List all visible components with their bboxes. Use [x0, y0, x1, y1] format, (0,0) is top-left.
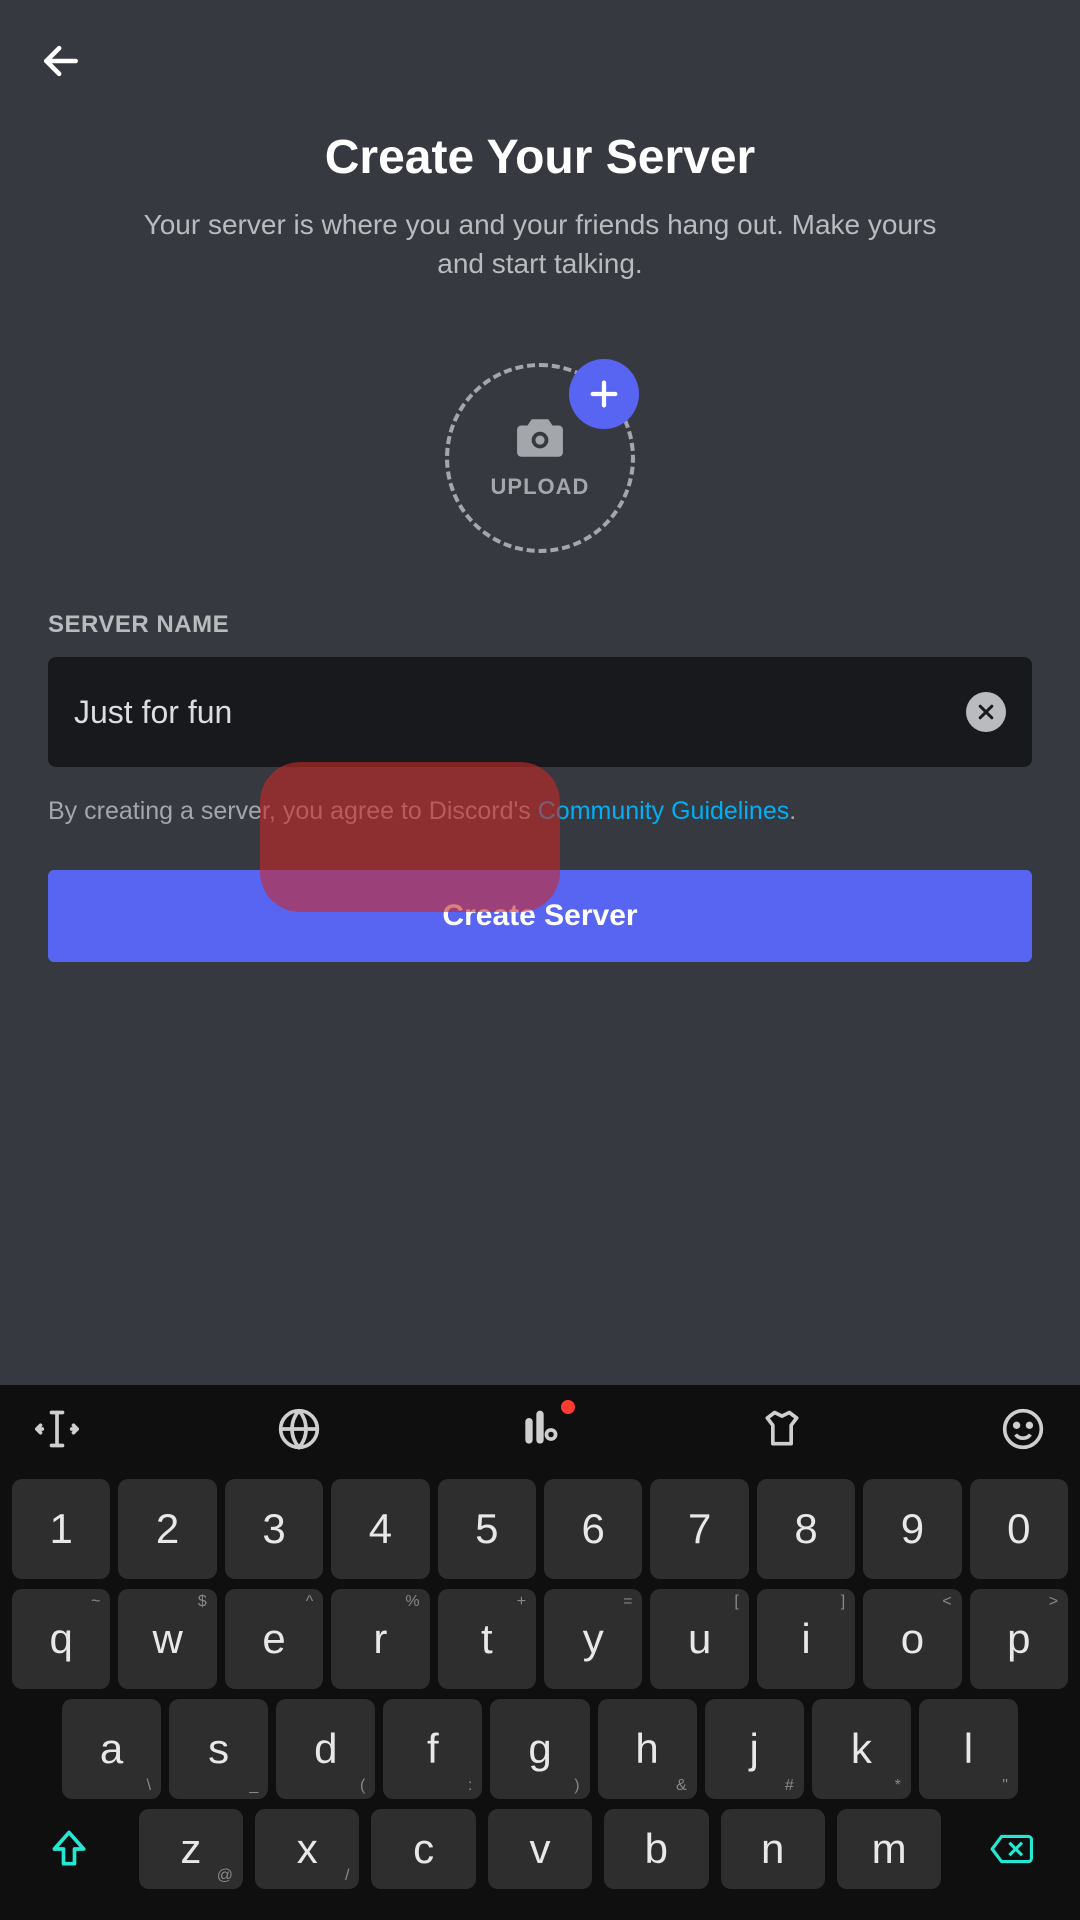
mic-tool-icon[interactable]	[515, 1404, 565, 1454]
key-q[interactable]: q~	[12, 1589, 110, 1689]
key-9[interactable]: 9	[863, 1479, 961, 1579]
server-name-input[interactable]	[74, 694, 966, 731]
back-button[interactable]	[36, 36, 86, 86]
key-2[interactable]: 2	[118, 1479, 216, 1579]
globe-icon	[277, 1407, 321, 1451]
key-8[interactable]: 8	[757, 1479, 855, 1579]
smiley-icon	[1001, 1407, 1045, 1451]
key-l[interactable]: l"	[919, 1699, 1018, 1799]
key-z[interactable]: z@	[139, 1809, 243, 1889]
on-screen-keyboard: 1234567890 q~w$e^r%t+y=u[i]o<p> a\s_d(f:…	[0, 1385, 1080, 1920]
create-server-button[interactable]: Create Server	[48, 870, 1032, 962]
close-icon	[976, 702, 996, 722]
key-u[interactable]: u[	[650, 1589, 748, 1689]
plus-icon	[587, 377, 621, 411]
upload-label: UPLOAD	[491, 474, 590, 500]
backspace-key[interactable]	[953, 1809, 1068, 1889]
camera-icon	[515, 416, 565, 460]
server-name-label: SERVER NAME	[48, 611, 229, 639]
key-e[interactable]: e^	[225, 1589, 323, 1689]
key-7[interactable]: 7	[650, 1479, 748, 1579]
key-a[interactable]: a\	[62, 1699, 161, 1799]
plus-badge	[569, 359, 639, 429]
page-subtitle: Your server is where you and your friend…	[140, 205, 940, 283]
key-1[interactable]: 1	[12, 1479, 110, 1579]
key-j[interactable]: j#	[705, 1699, 804, 1799]
key-x[interactable]: x/	[255, 1809, 359, 1889]
key-5[interactable]: 5	[438, 1479, 536, 1579]
key-m[interactable]: m	[837, 1809, 941, 1889]
page-title: Create Your Server	[325, 130, 755, 185]
key-4[interactable]: 4	[331, 1479, 429, 1579]
shift-key[interactable]	[12, 1809, 127, 1889]
key-i[interactable]: i]	[757, 1589, 855, 1689]
upload-avatar-button[interactable]: UPLOAD	[445, 363, 635, 553]
globe-tool-icon[interactable]	[274, 1404, 324, 1454]
cursor-tool-icon[interactable]	[32, 1404, 82, 1454]
key-w[interactable]: w$	[118, 1589, 216, 1689]
key-b[interactable]: b	[604, 1809, 708, 1889]
key-k[interactable]: k*	[812, 1699, 911, 1799]
shift-icon	[47, 1827, 91, 1871]
touchpal-icon	[518, 1407, 562, 1451]
key-p[interactable]: p>	[970, 1589, 1068, 1689]
key-c[interactable]: c	[371, 1809, 475, 1889]
key-n[interactable]: n	[721, 1809, 825, 1889]
theme-tool-icon[interactable]	[757, 1404, 807, 1454]
key-r[interactable]: r%	[331, 1589, 429, 1689]
text-cursor-icon	[35, 1407, 79, 1451]
server-name-input-wrap[interactable]	[48, 657, 1032, 767]
key-d[interactable]: d(	[276, 1699, 375, 1799]
key-t[interactable]: t+	[438, 1589, 536, 1689]
key-v[interactable]: v	[488, 1809, 592, 1889]
key-h[interactable]: h&	[598, 1699, 697, 1799]
arrow-left-icon	[39, 39, 83, 83]
notification-dot	[561, 1400, 575, 1414]
emoji-tool-icon[interactable]	[998, 1404, 1048, 1454]
backspace-icon	[989, 1827, 1033, 1871]
key-f[interactable]: f:	[383, 1699, 482, 1799]
key-g[interactable]: g)	[490, 1699, 589, 1799]
key-0[interactable]: 0	[970, 1479, 1068, 1579]
key-6[interactable]: 6	[544, 1479, 642, 1579]
clear-input-button[interactable]	[966, 692, 1006, 732]
key-s[interactable]: s_	[169, 1699, 268, 1799]
key-y[interactable]: y=	[544, 1589, 642, 1689]
agreement-text: By creating a server, you agree to Disco…	[48, 797, 796, 826]
key-3[interactable]: 3	[225, 1479, 323, 1579]
key-o[interactable]: o<	[863, 1589, 961, 1689]
community-guidelines-link[interactable]: Community Guidelines	[538, 797, 790, 825]
tshirt-icon	[760, 1407, 804, 1451]
